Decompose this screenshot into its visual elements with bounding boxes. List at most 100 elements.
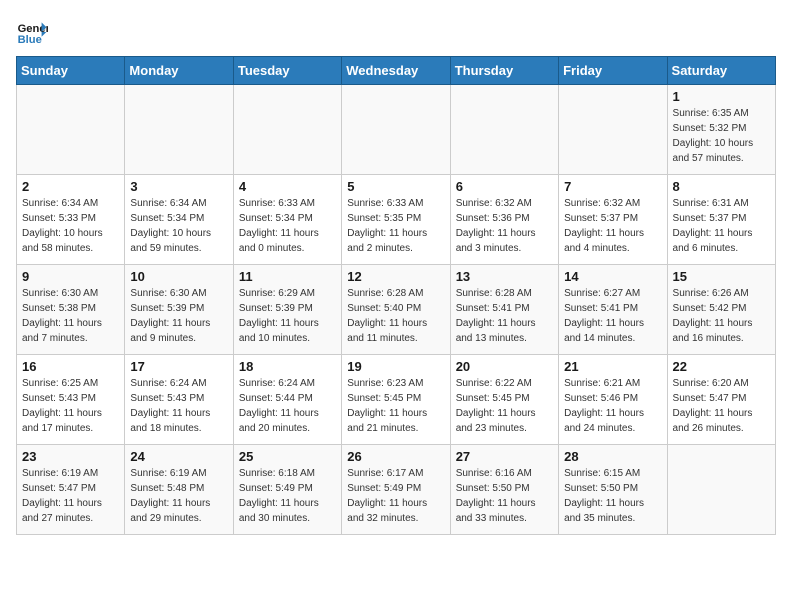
day-info: Sunrise: 6:30 AM Sunset: 5:38 PM Dayligh… xyxy=(22,286,119,346)
day-info: Sunrise: 6:17 AM Sunset: 5:49 PM Dayligh… xyxy=(347,466,444,526)
day-number: 24 xyxy=(130,449,227,464)
calendar-day-header: Saturday xyxy=(667,57,775,85)
calendar-day-header: Tuesday xyxy=(233,57,341,85)
day-number: 13 xyxy=(456,269,553,284)
day-number: 28 xyxy=(564,449,661,464)
day-info: Sunrise: 6:34 AM Sunset: 5:34 PM Dayligh… xyxy=(130,196,227,256)
calendar-cell: 20 Sunrise: 6:22 AM Sunset: 5:45 PM Dayli… xyxy=(450,355,558,445)
day-number: 18 xyxy=(239,359,336,374)
day-number: 8 xyxy=(673,179,770,194)
calendar-day-header: Thursday xyxy=(450,57,558,85)
calendar-cell: 6 Sunrise: 6:32 AM Sunset: 5:36 PM Daylig… xyxy=(450,175,558,265)
day-number: 22 xyxy=(673,359,770,374)
calendar-cell: 7 Sunrise: 6:32 AM Sunset: 5:37 PM Daylig… xyxy=(559,175,667,265)
calendar-cell: 10 Sunrise: 6:30 AM Sunset: 5:39 PM Dayli… xyxy=(125,265,233,355)
calendar-cell: 27 Sunrise: 6:16 AM Sunset: 5:50 PM Dayli… xyxy=(450,445,558,535)
day-info: Sunrise: 6:26 AM Sunset: 5:42 PM Dayligh… xyxy=(673,286,770,346)
day-info: Sunrise: 6:33 AM Sunset: 5:35 PM Dayligh… xyxy=(347,196,444,256)
day-number: 27 xyxy=(456,449,553,464)
calendar-cell: 14 Sunrise: 6:27 AM Sunset: 5:41 PM Dayli… xyxy=(559,265,667,355)
day-info: Sunrise: 6:32 AM Sunset: 5:36 PM Dayligh… xyxy=(456,196,553,256)
calendar-cell xyxy=(342,85,450,175)
day-number: 21 xyxy=(564,359,661,374)
day-info: Sunrise: 6:33 AM Sunset: 5:34 PM Dayligh… xyxy=(239,196,336,256)
calendar-cell: 28Sunrise: 6:15 AM Sunset: 5:50 PM Dayli… xyxy=(559,445,667,535)
calendar-cell: 3 Sunrise: 6:34 AM Sunset: 5:34 PM Daylig… xyxy=(125,175,233,265)
calendar-cell: 15Sunrise: 6:26 AM Sunset: 5:42 PM Dayli… xyxy=(667,265,775,355)
day-number: 5 xyxy=(347,179,444,194)
day-number: 19 xyxy=(347,359,444,374)
day-info: Sunrise: 6:19 AM Sunset: 5:47 PM Dayligh… xyxy=(22,466,119,526)
calendar-day-header: Sunday xyxy=(17,57,125,85)
day-number: 11 xyxy=(239,269,336,284)
day-info: Sunrise: 6:30 AM Sunset: 5:39 PM Dayligh… xyxy=(130,286,227,346)
day-info: Sunrise: 6:21 AM Sunset: 5:46 PM Dayligh… xyxy=(564,376,661,436)
day-number: 14 xyxy=(564,269,661,284)
day-number: 20 xyxy=(456,359,553,374)
day-number: 4 xyxy=(239,179,336,194)
calendar-week-row: 2 Sunrise: 6:34 AM Sunset: 5:33 PM Daylig… xyxy=(17,175,776,265)
calendar-table: SundayMondayTuesdayWednesdayThursdayFrid… xyxy=(16,56,776,535)
day-info: Sunrise: 6:34 AM Sunset: 5:33 PM Dayligh… xyxy=(22,196,119,256)
day-number: 3 xyxy=(130,179,227,194)
day-info: Sunrise: 6:23 AM Sunset: 5:45 PM Dayligh… xyxy=(347,376,444,436)
day-info: Sunrise: 6:20 AM Sunset: 5:47 PM Dayligh… xyxy=(673,376,770,436)
calendar-cell: 8 Sunrise: 6:31 AM Sunset: 5:37 PM Daylig… xyxy=(667,175,775,265)
day-number: 25 xyxy=(239,449,336,464)
calendar-cell xyxy=(233,85,341,175)
calendar-week-row: 23 Sunrise: 6:19 AM Sunset: 5:47 PM Dayli… xyxy=(17,445,776,535)
calendar-cell: 23 Sunrise: 6:19 AM Sunset: 5:47 PM Dayli… xyxy=(17,445,125,535)
calendar-cell: 26 Sunrise: 6:17 AM Sunset: 5:49 PM Dayli… xyxy=(342,445,450,535)
day-number: 17 xyxy=(130,359,227,374)
calendar-cell: 21 Sunrise: 6:21 AM Sunset: 5:46 PM Dayli… xyxy=(559,355,667,445)
calendar-cell: 19 Sunrise: 6:23 AM Sunset: 5:45 PM Dayli… xyxy=(342,355,450,445)
svg-text:Blue: Blue xyxy=(18,34,42,46)
calendar-week-row: 9 Sunrise: 6:30 AM Sunset: 5:38 PM Daylig… xyxy=(17,265,776,355)
day-info: Sunrise: 6:29 AM Sunset: 5:39 PM Dayligh… xyxy=(239,286,336,346)
day-info: Sunrise: 6:24 AM Sunset: 5:43 PM Dayligh… xyxy=(130,376,227,436)
day-number: 1 xyxy=(673,89,770,104)
day-info: Sunrise: 6:35 AM Sunset: 5:32 PM Dayligh… xyxy=(673,106,770,166)
day-info: Sunrise: 6:28 AM Sunset: 5:41 PM Dayligh… xyxy=(456,286,553,346)
calendar-cell: 4 Sunrise: 6:33 AM Sunset: 5:34 PM Daylig… xyxy=(233,175,341,265)
calendar-cell: 5 Sunrise: 6:33 AM Sunset: 5:35 PM Daylig… xyxy=(342,175,450,265)
calendar-cell xyxy=(17,85,125,175)
day-number: 2 xyxy=(22,179,119,194)
day-number: 7 xyxy=(564,179,661,194)
day-number: 6 xyxy=(456,179,553,194)
calendar-cell: 1 Sunrise: 6:35 AM Sunset: 5:32 PM Daylig… xyxy=(667,85,775,175)
calendar-cell xyxy=(450,85,558,175)
calendar-cell: 25Sunrise: 6:18 AM Sunset: 5:49 PM Dayli… xyxy=(233,445,341,535)
day-info: Sunrise: 6:25 AM Sunset: 5:43 PM Dayligh… xyxy=(22,376,119,436)
calendar-cell: 11 Sunrise: 6:29 AM Sunset: 5:39 PM Dayli… xyxy=(233,265,341,355)
calendar-cell: 9 Sunrise: 6:30 AM Sunset: 5:38 PM Daylig… xyxy=(17,265,125,355)
day-info: Sunrise: 6:31 AM Sunset: 5:37 PM Dayligh… xyxy=(673,196,770,256)
calendar-week-row: 16 Sunrise: 6:25 AM Sunset: 5:43 PM Dayli… xyxy=(17,355,776,445)
calendar-cell: 13 Sunrise: 6:28 AM Sunset: 5:41 PM Dayli… xyxy=(450,265,558,355)
calendar-cell: 22 Sunrise: 6:20 AM Sunset: 5:47 PM Dayli… xyxy=(667,355,775,445)
day-info: Sunrise: 6:28 AM Sunset: 5:40 PM Dayligh… xyxy=(347,286,444,346)
page-header: General Blue xyxy=(16,16,776,48)
day-number: 10 xyxy=(130,269,227,284)
calendar-cell: 16 Sunrise: 6:25 AM Sunset: 5:43 PM Dayli… xyxy=(17,355,125,445)
calendar-cell: 17 Sunrise: 6:24 AM Sunset: 5:43 PM Dayli… xyxy=(125,355,233,445)
logo: General Blue xyxy=(16,16,52,48)
day-number: 23 xyxy=(22,449,119,464)
day-info: Sunrise: 6:16 AM Sunset: 5:50 PM Dayligh… xyxy=(456,466,553,526)
calendar-cell: 18 Sunrise: 6:24 AM Sunset: 5:44 PM Dayli… xyxy=(233,355,341,445)
day-info: Sunrise: 6:22 AM Sunset: 5:45 PM Dayligh… xyxy=(456,376,553,436)
calendar-cell: 24 Sunrise: 6:19 AM Sunset: 5:48 PM Dayli… xyxy=(125,445,233,535)
calendar-cell: 12 Sunrise: 6:28 AM Sunset: 5:40 PM Dayli… xyxy=(342,265,450,355)
day-info: Sunrise: 6:19 AM Sunset: 5:48 PM Dayligh… xyxy=(130,466,227,526)
day-number: 9 xyxy=(22,269,119,284)
day-number: 26 xyxy=(347,449,444,464)
day-info: Sunrise: 6:27 AM Sunset: 5:41 PM Dayligh… xyxy=(564,286,661,346)
day-info: Sunrise: 6:24 AM Sunset: 5:44 PM Dayligh… xyxy=(239,376,336,436)
calendar-header: SundayMondayTuesdayWednesdayThursdayFrid… xyxy=(17,57,776,85)
day-number: 16 xyxy=(22,359,119,374)
calendar-day-header: Wednesday xyxy=(342,57,450,85)
day-number: 12 xyxy=(347,269,444,284)
logo-icon: General Blue xyxy=(16,16,48,48)
calendar-cell xyxy=(125,85,233,175)
day-info: Sunrise: 6:32 AM Sunset: 5:37 PM Dayligh… xyxy=(564,196,661,256)
